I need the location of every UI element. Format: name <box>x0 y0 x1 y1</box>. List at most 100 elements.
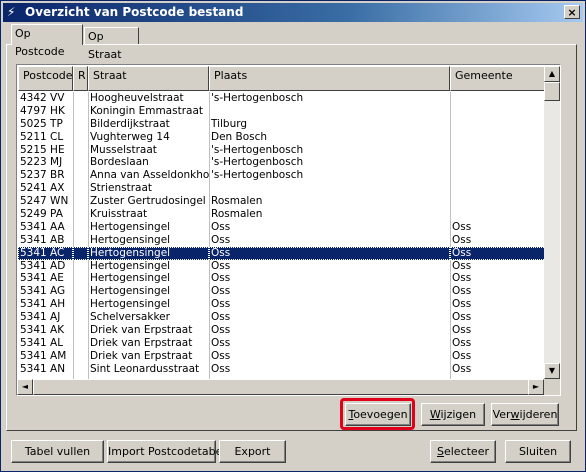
table-row[interactable]: 5341 AG Hertogensingel Oss Oss <box>18 285 546 298</box>
cell-plaats: Oss <box>211 220 231 233</box>
vertical-scrollbar[interactable]: ▲ ▼ <box>544 66 560 379</box>
cell-r <box>73 195 88 208</box>
column-header-plaats[interactable]: Plaats <box>209 66 450 91</box>
table-row[interactable]: 5341 AA Hertogensingel Oss Oss <box>18 221 546 234</box>
table-row[interactable]: 5211 CL Vughterweg 14 Den Bosch <box>18 131 546 144</box>
cell-r <box>73 131 88 144</box>
cell-gemeente <box>450 131 546 144</box>
table-row[interactable]: 5341 AE Hertogensingel Oss Oss <box>18 272 546 285</box>
table-row[interactable]: 5249 PA Kruisstraat Rosmalen <box>18 208 546 221</box>
table-row[interactable]: 5341 AC Hertogensingel Oss Oss <box>18 246 546 260</box>
export-button[interactable]: Export <box>219 440 286 463</box>
table-row[interactable]: 5341 AH Hertogensingel Oss Oss <box>18 298 546 311</box>
cell-straat: Hoogheuvelstraat <box>90 92 184 104</box>
column-header-gemeente[interactable]: Gemeente <box>450 66 546 91</box>
table-row[interactable]: 5237 BR Anna van Asseldonkhof's-Hertogenb… <box>18 169 546 182</box>
cell-postcode: 5341 AJ <box>20 311 61 324</box>
cell-plaats: Oss <box>209 246 450 260</box>
cell-r <box>73 285 88 298</box>
column-header-r[interactable]: R <box>73 66 88 91</box>
verwijderen-label-pre: Ver <box>492 408 511 421</box>
wijzigen-label: ijzigen <box>440 408 477 421</box>
cell-r <box>73 105 88 118</box>
table-row[interactable]: 4797 HK Koningin Emmastraat <box>18 105 546 118</box>
wijzigen-button[interactable]: Wijzigen <box>421 403 485 426</box>
sluiten-button[interactable]: Sluiten <box>505 440 571 463</box>
scroll-right-icon[interactable]: ► <box>528 379 544 395</box>
cell-gemeente <box>450 105 546 118</box>
horizontal-scrollbar[interactable]: ◄ ► <box>17 379 544 395</box>
cell-straat: Hertogensingel <box>90 259 171 272</box>
table-row[interactable]: 5025 TP Bilderdijkstraat Tilburg <box>18 118 546 131</box>
cell-plaats <box>209 182 450 195</box>
cell-plaats: Oss <box>211 259 231 272</box>
table-row[interactable]: 5341 AM Driek van Erpstraat Oss Oss <box>18 350 546 363</box>
cell-postcode: 4342 VV <box>20 92 65 104</box>
cell-postcode: 5341 AH <box>20 298 66 311</box>
scroll-corner <box>544 379 560 395</box>
cell-gemeente <box>450 144 546 157</box>
tab-op-postcode[interactable]: Op Postcode <box>11 24 83 58</box>
table-header: Postcode R Straat Plaats Gemeente <box>18 66 546 91</box>
table-row[interactable]: 5223 MJ Bordeslaan 's-Hertogenbosch <box>18 156 546 169</box>
cell-straat: Anna van Asseldonkhof <box>90 169 209 182</box>
cell-r <box>73 169 88 182</box>
selecteer-label: electeer <box>443 445 489 458</box>
cell-straat: Musselstraat <box>90 143 157 156</box>
cell-gemeente: Oss <box>452 233 472 246</box>
import-postcodetabel-button[interactable]: Import Postcodetabel <box>107 440 225 463</box>
table-row[interactable]: 4342 VV Hoogheuvelstraat 's-Hertogenbosch <box>18 92 546 105</box>
table-row[interactable]: 5341 AN Sint Leonardusstraat Oss Oss <box>18 363 546 376</box>
cell-postcode: 4797 HK <box>20 104 65 117</box>
wijzigen-accel: W <box>429 408 441 421</box>
tabel-vullen-button[interactable]: Tabel vullen <box>11 440 104 463</box>
cell-r <box>73 182 88 195</box>
close-button[interactable]: × <box>564 5 580 19</box>
cell-plaats <box>209 105 450 118</box>
horizontal-scroll-thumb[interactable] <box>33 379 531 395</box>
table-row[interactable]: 5341 AB Hertogensingel Oss Oss <box>18 234 546 247</box>
cell-r <box>73 246 88 260</box>
table-row[interactable]: 5341 AD Hertogensingel Oss Oss <box>18 260 546 273</box>
verwijderen-button[interactable]: Verwijderen <box>491 403 559 426</box>
tab-op-straat[interactable]: Op Straat <box>84 27 139 61</box>
cell-gemeente: Oss <box>452 259 472 272</box>
cell-plaats: Oss <box>211 272 231 285</box>
table-row[interactable]: 5341 AL Driek van Erpstraat Oss Oss <box>18 337 546 350</box>
table-row[interactable]: 5341 AJ Schelversakker Oss Oss <box>18 311 546 324</box>
cell-gemeente <box>450 182 546 195</box>
cell-plaats: Oss <box>211 349 231 362</box>
selecteer-button[interactable]: Selecteer <box>430 440 496 463</box>
cell-straat: Hertogensingel <box>90 233 171 246</box>
table-row[interactable]: 5241 AX Strienstraat <box>18 182 546 195</box>
cell-r <box>73 234 88 247</box>
scroll-thumb[interactable] <box>544 82 560 101</box>
cell-postcode: 5341 AK <box>20 324 65 337</box>
cell-plaats: 's-Hertogenbosch <box>211 92 304 104</box>
cell-gemeente <box>450 92 546 105</box>
table-body: 4342 VV Hoogheuvelstraat's-Hertogenbosch 4… <box>18 92 546 376</box>
scroll-up-icon[interactable]: ▲ <box>544 66 560 82</box>
scroll-down-icon[interactable]: ▼ <box>544 363 560 379</box>
cell-gemeente <box>450 156 546 169</box>
column-header-straat[interactable]: Straat <box>88 66 209 91</box>
postcode-table[interactable]: Postcode R Straat Plaats Gemeente 4342 V… <box>16 64 561 396</box>
cell-gemeente <box>450 118 546 131</box>
table-row[interactable]: 5341 AK Driek van Erpstraat Oss Oss <box>18 324 546 337</box>
cell-postcode: 5341 AG <box>20 285 66 298</box>
scroll-left-icon[interactable]: ◄ <box>17 379 33 395</box>
cell-r <box>73 298 88 311</box>
title-bar[interactable]: ⚡ Overzicht van Postcode bestand × <box>3 3 583 22</box>
cell-plaats: 's-Hertogenbosch <box>211 156 304 169</box>
cell-straat: Driek van Erpstraat <box>90 349 193 362</box>
cell-postcode: 5249 PA <box>20 208 63 221</box>
cell-postcode: 5223 MJ <box>20 156 63 169</box>
table-row[interactable]: 5215 HE Musselstraat 's-Hertogenbosch <box>18 144 546 157</box>
cell-gemeente: Oss <box>452 311 472 324</box>
cell-postcode: 5341 AC <box>18 246 73 260</box>
column-header-postcode[interactable]: Postcode <box>18 66 73 91</box>
cell-postcode: 5211 CL <box>20 130 64 143</box>
cell-gemeente: Oss <box>452 272 472 285</box>
verwijderen-label: ijderen <box>519 408 558 421</box>
table-row[interactable]: 5247 WN Zuster Gertrudosingel Rosmalen <box>18 195 546 208</box>
